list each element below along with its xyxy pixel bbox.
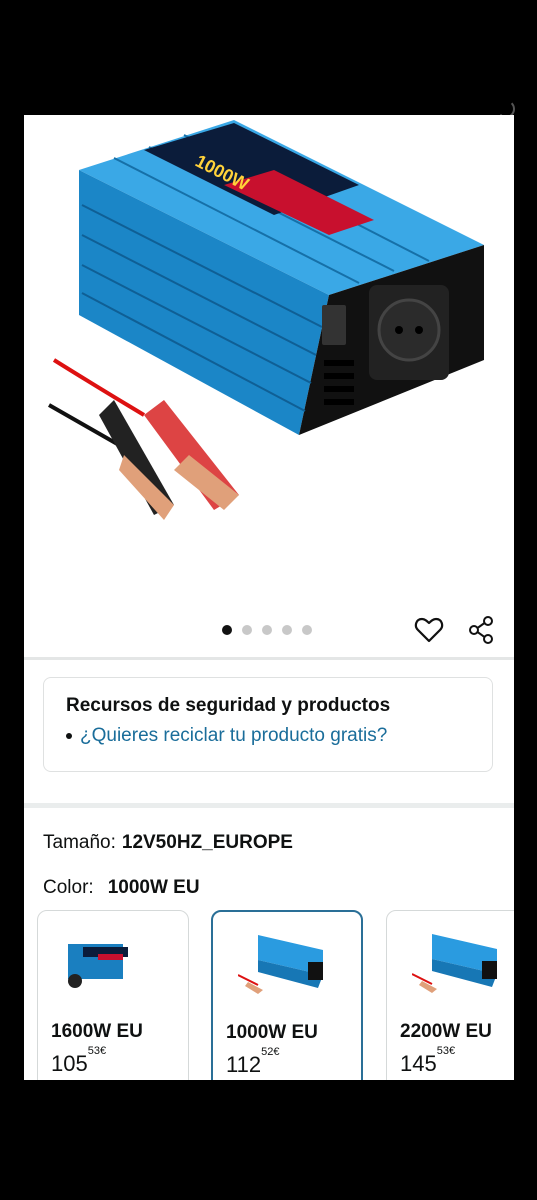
share-icon[interactable] — [466, 615, 496, 645]
carousel-dot[interactable] — [282, 625, 292, 635]
variant-price: 11252€ — [226, 1045, 280, 1077]
carousel-dot[interactable] — [242, 625, 252, 635]
image-carousel-dots[interactable] — [222, 625, 312, 635]
product-page: 1000W Recursos de seguridad y productos … — [24, 115, 514, 1080]
divider — [24, 657, 514, 660]
carousel-dot[interactable] — [302, 625, 312, 635]
safety-title: Recursos de seguridad y productos — [66, 695, 391, 716]
variant-thumbnail — [238, 935, 323, 994]
product-image[interactable]: 1000W — [24, 115, 514, 615]
variant-price: 14553€ — [400, 1044, 456, 1076]
size-label: Tamaño: — [43, 832, 116, 853]
heart-icon[interactable] — [414, 615, 444, 645]
recycle-link[interactable]: ¿Quieres reciclar tu producto gratis? — [66, 725, 470, 747]
red-cable — [52, 358, 146, 417]
size-row: Tamaño: 12V50HZ_EUROPE — [43, 832, 293, 854]
size-value: 12V50HZ_EUROPE — [121, 832, 293, 853]
section-divider — [24, 803, 514, 808]
variant-thumbnail — [68, 944, 128, 988]
color-value: 1000W EU — [107, 877, 200, 898]
outlet-icon — [377, 298, 441, 362]
carousel-dot[interactable] — [262, 625, 272, 635]
safety-resources-box: Recursos de seguridad y productos ¿Quier… — [43, 677, 493, 772]
color-row: Color: 1000W EU — [43, 877, 200, 899]
color-label: Color: — [43, 877, 94, 898]
carousel-dot[interactable] — [222, 625, 232, 635]
recycle-link-label[interactable]: ¿Quieres reciclar tu producto gratis? — [80, 725, 387, 747]
variant-name: 1600W EU — [51, 1021, 143, 1042]
variant-card-1000w[interactable]: 1000W EU 11252€ — [211, 910, 363, 1080]
variant-card-1600w[interactable]: 1600W EU 10553€ — [37, 910, 189, 1080]
power-switch-icon — [322, 305, 346, 345]
variant-name: 1000W EU — [226, 1022, 318, 1043]
variant-card-2200w[interactable]: 2200W EU 14553€ — [386, 910, 514, 1080]
bullet-icon — [66, 733, 72, 739]
variant-name: 2200W EU — [400, 1021, 492, 1042]
variant-price: 10553€ — [51, 1044, 107, 1076]
variant-thumbnail — [412, 934, 497, 993]
